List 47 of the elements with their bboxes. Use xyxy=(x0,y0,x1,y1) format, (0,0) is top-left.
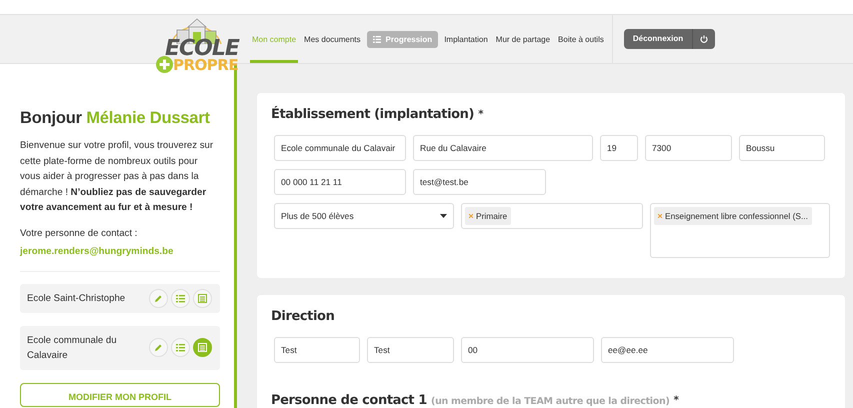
tag: Primaire xyxy=(465,207,512,225)
form-icon xyxy=(198,343,207,352)
section-title: Direction xyxy=(271,308,334,325)
logo-text: PROPRE xyxy=(173,57,238,73)
list-icon xyxy=(176,343,185,352)
text-field[interactable]: Boussu xyxy=(739,135,825,161)
edit-button[interactable] xyxy=(149,288,168,308)
tag-field[interactable]: Primaire xyxy=(461,203,643,229)
list-icon xyxy=(372,36,380,42)
greeting-heading: Bonjour Mélanie Dussart xyxy=(20,108,210,129)
form-icon xyxy=(198,294,207,302)
text-field[interactable]: test@test.be xyxy=(413,169,546,195)
text-field[interactable]: Test xyxy=(367,337,454,363)
intro-paragraph: Bienvenue sur votre profil, vous trouverez sur cette plate-forme de nombreux outils pour vous aider à progresser pas à pas dans la démarche ! N’oubliez pas de sauvegarder votre avancement au fur et à mesure ! xyxy=(20,139,214,215)
text-field[interactable]: ee@ee.ee xyxy=(601,337,734,363)
power-icon xyxy=(700,35,708,43)
list-icon xyxy=(176,294,185,302)
pencil-icon xyxy=(154,294,163,302)
nav-link[interactable]: Mur de partage xyxy=(494,15,552,63)
school-name: Ecole Saint-Christophe xyxy=(27,292,126,306)
text-field[interactable]: Rue du Calavaire xyxy=(413,135,593,161)
remove-icon[interactable] xyxy=(658,214,662,218)
text-field[interactable]: Ecole communale du Calavair xyxy=(274,135,406,161)
pencil-icon xyxy=(154,343,163,352)
text-field[interactable]: 7300 xyxy=(645,135,732,161)
tag-field[interactable]: Enseignement libre confessionnel (S... xyxy=(650,203,830,258)
contact-label: Votre personne de contact : xyxy=(20,226,138,240)
checklist-button[interactable] xyxy=(171,338,190,357)
nav-link[interactable]: Boite à outils xyxy=(556,15,606,63)
checklist-button[interactable] xyxy=(171,288,190,308)
text-field[interactable]: 19 xyxy=(600,135,638,161)
logout-button[interactable]: Déconnexion xyxy=(624,29,716,49)
logo-text: ECOLE xyxy=(165,38,239,60)
caret-icon xyxy=(440,214,447,218)
select-field[interactable]: Plus de 500 élèves xyxy=(274,203,454,229)
tag: Enseignement libre confessionnel (S... xyxy=(654,207,812,225)
text-field[interactable]: 00 000 11 21 11 xyxy=(274,169,406,195)
edit-button[interactable] xyxy=(149,338,168,357)
text-field[interactable]: 00 xyxy=(461,337,594,363)
text-field[interactable]: Test xyxy=(274,337,360,363)
nav-link[interactable]: Implantation xyxy=(442,15,490,63)
section-title: Établissement (implantation) * xyxy=(271,106,484,123)
remove-icon[interactable] xyxy=(469,214,473,218)
school-name: Ecole communale du Calavaire xyxy=(27,334,118,362)
section-title: Personne de contact 1 (un membre de la TEAM autre que la direction) * xyxy=(271,392,678,408)
form-button[interactable] xyxy=(193,338,212,357)
nav-link[interactable]: Mes documents xyxy=(302,15,362,63)
